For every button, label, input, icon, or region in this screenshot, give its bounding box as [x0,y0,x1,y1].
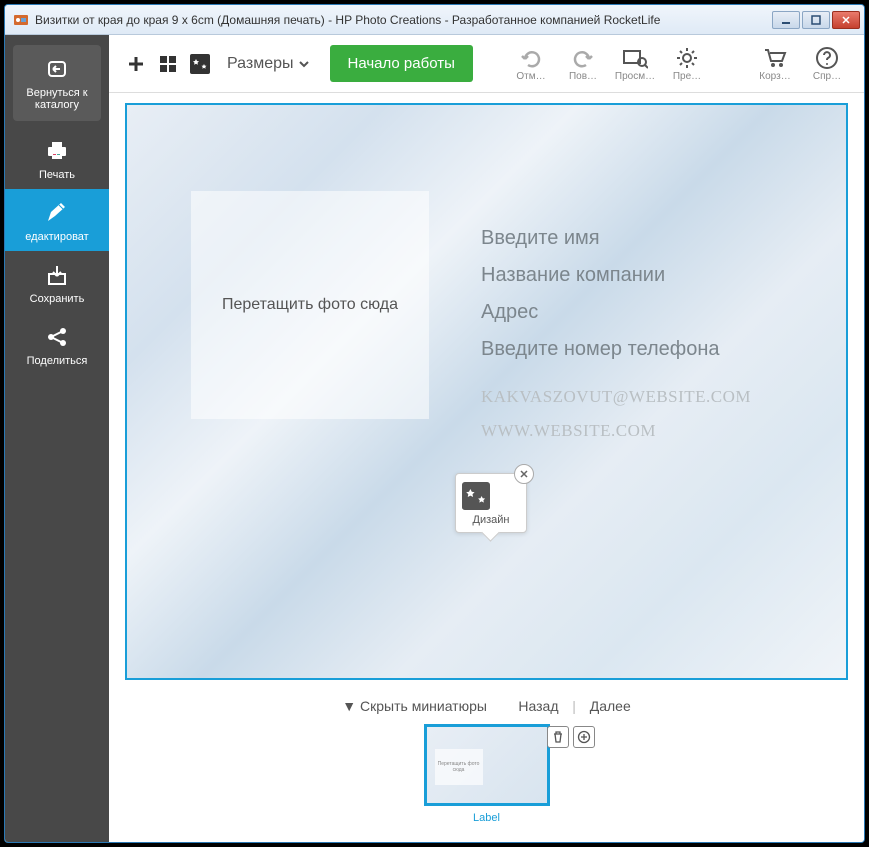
main-area: Размеры Начало работы Отм… Пов… Просм… [109,35,864,842]
hide-thumbnails-toggle[interactable]: ▼ Скрыть миниатюры [336,698,493,714]
design-popup-close[interactable] [514,464,534,484]
card-canvas[interactable]: Перетащить фото сюда Введите имя Названи… [125,103,848,680]
cart-label: Корз… [759,71,790,82]
undo-button[interactable]: Отм… [508,45,554,82]
save-icon [9,261,105,289]
close-button[interactable] [832,11,860,29]
thumbnail-preview[interactable]: Перетащить фото сюда [424,724,550,806]
app-window: Визитки от края до края 9 x 6cm (Домашня… [4,4,865,843]
add-thumb-button[interactable] [573,726,595,748]
settings-label: Пре… [673,71,701,82]
thumbnails-row: Перетащить фото сюда Label [125,720,848,834]
card-name-field[interactable]: Введите имя [481,227,751,250]
pencil-icon [9,199,105,227]
thumbnails-toolbar: ▼ Скрыть миниатюры Назад | Далее [125,680,848,720]
design-popup-label: Дизайн [462,514,520,526]
card-website-field[interactable]: WWW.WEBSITE.COM [481,421,751,441]
sidebar-save-label: Сохранить [30,293,85,305]
design-stars-icon[interactable] [462,482,520,510]
titlebar: Визитки от края до края 9 x 6cm (Домашня… [5,5,864,35]
redo-label: Пов… [569,71,597,82]
sidebar-edit[interactable]: едактироват [5,189,109,251]
sidebar-back-to-catalog[interactable]: Вернуться к каталогу [13,45,101,121]
undo-icon [519,45,543,71]
sidebar-print[interactable]: Печать [5,127,109,189]
add-button[interactable] [123,51,149,77]
photo-drop-zone[interactable]: Перетащить фото сюда [191,191,429,419]
start-button[interactable]: Начало работы [330,45,473,82]
sizes-label: Размеры [227,55,294,73]
sidebar-save[interactable]: Сохранить [5,251,109,313]
sizes-dropdown[interactable]: Размеры [219,55,318,73]
help-button[interactable]: Спр… [804,45,850,82]
gear-icon [675,45,699,71]
redo-icon [571,45,595,71]
thumbnail-dropzone-mini: Перетащить фото сюда [435,749,483,785]
sidebar-back-label: Вернуться к каталогу [26,87,87,111]
card-email-field[interactable]: KAKVASZOVUT@WEBSITE.COM [481,387,751,407]
thumb-nav-next[interactable]: Далее [584,698,637,714]
back-arrow-icon [17,55,97,83]
sidebar-print-label: Печать [39,169,75,181]
app-icon [13,12,29,28]
cart-button[interactable]: Корз… [752,45,798,82]
chevron-down-icon [298,58,310,70]
help-label: Спр… [813,71,841,82]
design-stars-icon[interactable] [187,51,213,77]
card-address-field[interactable]: Адрес [481,301,751,324]
thumbnail-item[interactable]: Перетащить фото сюда Label [424,724,550,824]
redo-button[interactable]: Пов… [560,45,606,82]
delete-thumb-button[interactable] [547,726,569,748]
card-phone-field[interactable]: Введите номер телефона [481,338,751,361]
sidebar: Вернуться к каталогу Печать едактироват … [5,35,109,842]
window-title: Визитки от края до края 9 x 6cm (Домашня… [35,13,772,27]
card-company-field[interactable]: Название компании [481,264,751,287]
cart-icon [762,45,788,71]
topbar: Размеры Начало работы Отм… Пов… Просм… [109,35,864,93]
printer-icon [9,137,105,165]
window-controls [772,11,860,29]
preview-label: Просм… [615,71,655,82]
card-text-block: Введите имя Название компании Адрес Введ… [481,227,751,441]
minimize-button[interactable] [772,11,800,29]
sidebar-edit-label: едактироват [25,231,88,243]
preview-icon [622,45,648,71]
thumbnail-label: Label [424,812,550,824]
help-icon [815,45,839,71]
sidebar-share-label: Поделиться [27,355,88,367]
settings-button[interactable]: Пре… [664,45,710,82]
thumbnail-tools [547,726,595,748]
maximize-button[interactable] [802,11,830,29]
thumb-nav-back[interactable]: Назад [512,698,564,714]
undo-label: Отм… [516,71,545,82]
preview-button[interactable]: Просм… [612,45,658,82]
design-popup: Дизайн [455,473,527,533]
layout-grid-icon[interactable] [155,51,181,77]
sidebar-share[interactable]: Поделиться [5,313,109,375]
photo-drop-label: Перетащить фото сюда [222,296,398,314]
share-icon [9,323,105,351]
